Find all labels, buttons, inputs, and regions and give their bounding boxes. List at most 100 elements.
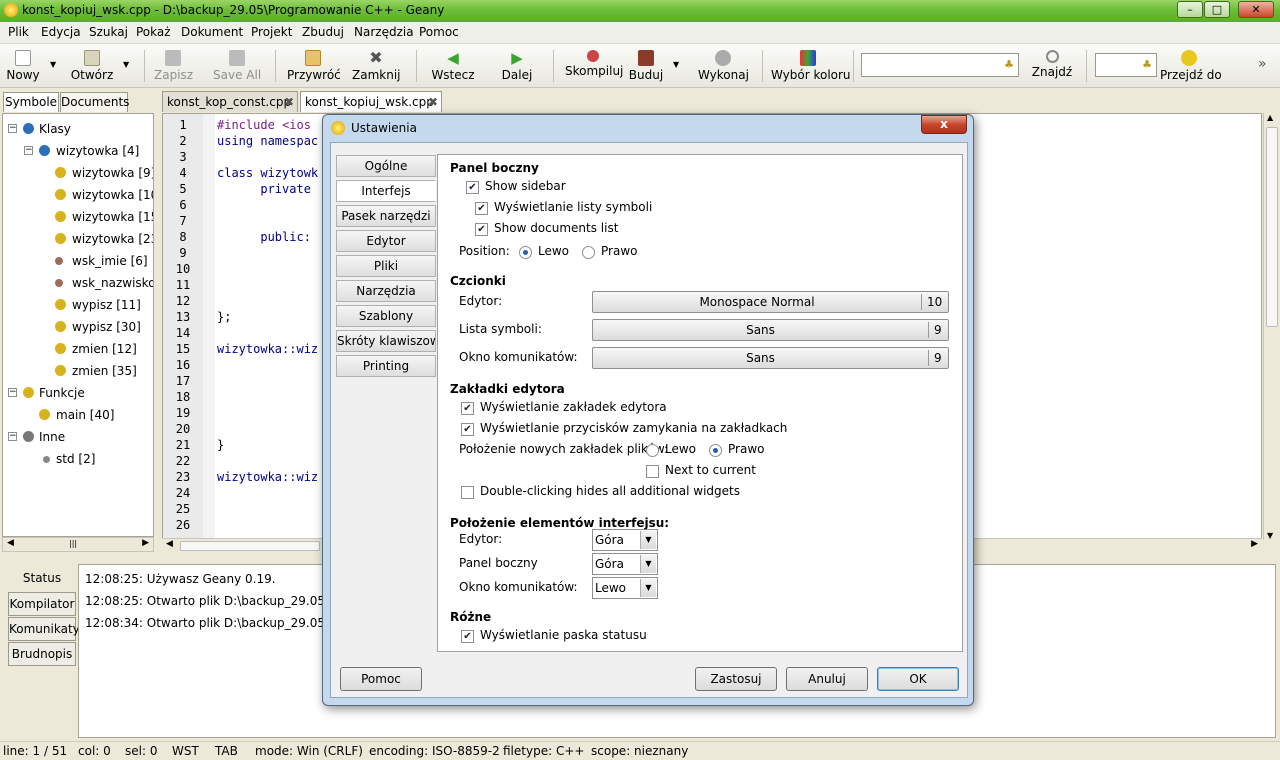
layout-msg-select[interactable]: Lewo ▼ xyxy=(592,577,658,599)
tab-interface[interactable]: Interfejs xyxy=(336,180,436,202)
color-picker-button[interactable]: Wybór koloru xyxy=(771,46,851,86)
tab-documents[interactable]: Documents xyxy=(60,92,129,112)
apply-button[interactable]: Zastosuj xyxy=(695,667,777,691)
tree-node-member[interactable]: wizytowka [9] xyxy=(3,162,153,184)
build-dropdown-icon[interactable]: ▼ xyxy=(673,60,679,69)
help-button[interactable]: Pomoc xyxy=(340,667,422,691)
tree-node-klasy[interactable]: − Klasy xyxy=(3,118,153,140)
tab-compiler[interactable]: Kompilator xyxy=(8,592,76,616)
execute-button[interactable]: Wykonaj xyxy=(698,46,749,86)
save-button[interactable]: Zapisz xyxy=(154,46,193,86)
search-input[interactable]: ♣ xyxy=(861,53,1019,77)
tab-toolbar[interactable]: Pasek narzędzi xyxy=(336,205,436,227)
back-button[interactable]: ◀ Wstecz xyxy=(430,46,476,86)
tree-node-member[interactable]: wsk_nazwisko xyxy=(3,272,153,294)
tab-keybindings[interactable]: Skróty klawiszowe xyxy=(336,330,436,352)
show-close-buttons-checkbox[interactable]: ✔ xyxy=(461,423,474,436)
collapse-icon[interactable]: − xyxy=(8,432,17,441)
next-to-current-checkbox[interactable] xyxy=(646,465,659,478)
tree-node-member[interactable]: wizytowka [23 xyxy=(3,228,153,250)
position-left-radio[interactable] xyxy=(519,246,532,259)
tab-templates[interactable]: Szablony xyxy=(336,305,436,327)
msg-font-button[interactable]: Sans 9 xyxy=(592,347,949,369)
symbols-font-button[interactable]: Sans 9 xyxy=(592,319,949,341)
position-right-radio[interactable] xyxy=(582,246,595,259)
new-tab-right-radio[interactable] xyxy=(709,444,722,457)
new-tab-left-radio[interactable] xyxy=(646,444,659,457)
tab-editor[interactable]: Edytor xyxy=(336,230,436,252)
new-button[interactable]: Nowy xyxy=(4,46,42,86)
menu-szukaj[interactable]: Szukaj xyxy=(89,25,128,39)
show-statusbar-checkbox[interactable]: ✔ xyxy=(461,630,474,643)
open-button[interactable]: Otwórz xyxy=(70,46,114,86)
dblclick-hides-checkbox[interactable] xyxy=(461,486,474,499)
save-all-button[interactable]: Save All xyxy=(213,46,261,86)
show-documents-checkbox[interactable]: ✔ xyxy=(475,223,488,236)
show-tabs-checkbox[interactable]: ✔ xyxy=(461,402,474,415)
tree-node-funkcje[interactable]: − Funkcje xyxy=(3,382,153,404)
collapse-icon[interactable]: − xyxy=(8,388,17,397)
cancel-button[interactable]: Anuluj xyxy=(786,667,868,691)
goto-line-input[interactable]: ♣ xyxy=(1095,53,1157,77)
menu-pokaz[interactable]: Pokaż xyxy=(136,25,171,39)
tab-general[interactable]: Ogólne xyxy=(336,155,436,177)
tab-symbole[interactable]: Symbole xyxy=(3,92,59,112)
tab-tools[interactable]: Narzędzia xyxy=(336,280,436,302)
tree-node-class[interactable]: − wizytowka [4] xyxy=(3,140,153,162)
search-clear-icon[interactable]: ♣ xyxy=(1004,58,1014,71)
tree-node-inne[interactable]: − Inne xyxy=(3,426,153,448)
menu-plik[interactable]: Plik xyxy=(8,25,29,39)
tab-printing[interactable]: Printing xyxy=(336,355,436,377)
tab-status[interactable]: Status xyxy=(8,566,76,590)
menu-narzedzia[interactable]: Narzędzia xyxy=(354,25,414,39)
forward-button[interactable]: ▶ Dalej xyxy=(498,46,536,86)
tree-node-member[interactable]: zmien [35] xyxy=(3,360,153,382)
find-button[interactable]: Znajdź xyxy=(1030,46,1074,86)
layout-sidebar-select[interactable]: Góra ▼ xyxy=(592,553,658,575)
tree-node-member[interactable]: wizytowka [15 xyxy=(3,206,153,228)
menu-zbuduj[interactable]: Zbuduj xyxy=(302,25,344,39)
tree-node-function[interactable]: main [40] xyxy=(3,404,153,426)
tab-messages[interactable]: Komunikaty xyxy=(8,617,80,641)
editor-tab-active[interactable]: konst_kopiuj_wsk.cpp ✖ xyxy=(300,91,442,112)
ok-button[interactable]: OK xyxy=(877,667,959,691)
menu-edycja[interactable]: Edycja xyxy=(41,25,81,39)
tree-node-member[interactable]: wypisz [11] xyxy=(3,294,153,316)
collapse-icon[interactable]: − xyxy=(24,146,33,155)
collapse-icon[interactable]: − xyxy=(8,124,17,133)
open-dropdown-icon[interactable]: ▼ xyxy=(123,60,129,69)
menu-dokument[interactable]: Dokument xyxy=(181,25,243,39)
tree-node-other[interactable]: std [2] xyxy=(3,448,153,470)
minimize-button[interactable]: – xyxy=(1177,1,1203,18)
tree-node-member[interactable]: wypisz [30] xyxy=(3,316,153,338)
layout-editor-select[interactable]: Góra ▼ xyxy=(592,529,658,551)
code-line: }; xyxy=(217,310,232,324)
tab-close-icon[interactable]: ✖ xyxy=(284,92,294,112)
close-button[interactable]: ✖ Zamknij xyxy=(352,46,401,86)
dialog-icon xyxy=(331,121,345,135)
tab-scratchpad[interactable]: Brudnopis xyxy=(8,642,76,666)
tab-files[interactable]: Pliki xyxy=(336,255,436,277)
close-window-button[interactable]: ✕ xyxy=(1238,1,1274,18)
build-button[interactable]: Buduj xyxy=(628,46,664,86)
toolbar-overflow-button[interactable]: » xyxy=(1258,56,1267,72)
editor-vscrollbar[interactable]: ▲ ▼ xyxy=(1263,113,1279,540)
menu-pomoc[interactable]: Pomoc xyxy=(419,25,459,39)
revert-button[interactable]: Przywróć xyxy=(287,46,341,86)
goto-clear-icon[interactable]: ♣ xyxy=(1142,58,1152,71)
editor-font-button[interactable]: Monospace Normal 10 xyxy=(592,291,949,313)
tree-node-member[interactable]: zmien [12] xyxy=(3,338,153,360)
tree-node-member[interactable]: wizytowka [10 xyxy=(3,184,153,206)
show-sidebar-checkbox[interactable]: ✔ xyxy=(466,181,479,194)
compile-button[interactable]: Skompiluj xyxy=(565,46,623,86)
editor-tab[interactable]: konst_kop_const.cpp ✖ xyxy=(162,91,298,112)
new-dropdown-icon[interactable]: ▼ xyxy=(50,60,56,69)
dialog-close-button[interactable]: x xyxy=(921,115,967,134)
show-symbols-checkbox[interactable]: ✔ xyxy=(475,202,488,215)
goto-button[interactable]: Przejdź do xyxy=(1160,46,1222,86)
tab-close-icon[interactable]: ✖ xyxy=(428,92,438,112)
tree-node-member[interactable]: wsk_imie [6] xyxy=(3,250,153,272)
sidebar-hscrollbar[interactable]: ◀ ||| ▶ xyxy=(2,537,154,552)
menu-projekt[interactable]: Projekt xyxy=(251,25,292,39)
maximize-button[interactable]: □ xyxy=(1204,1,1230,18)
